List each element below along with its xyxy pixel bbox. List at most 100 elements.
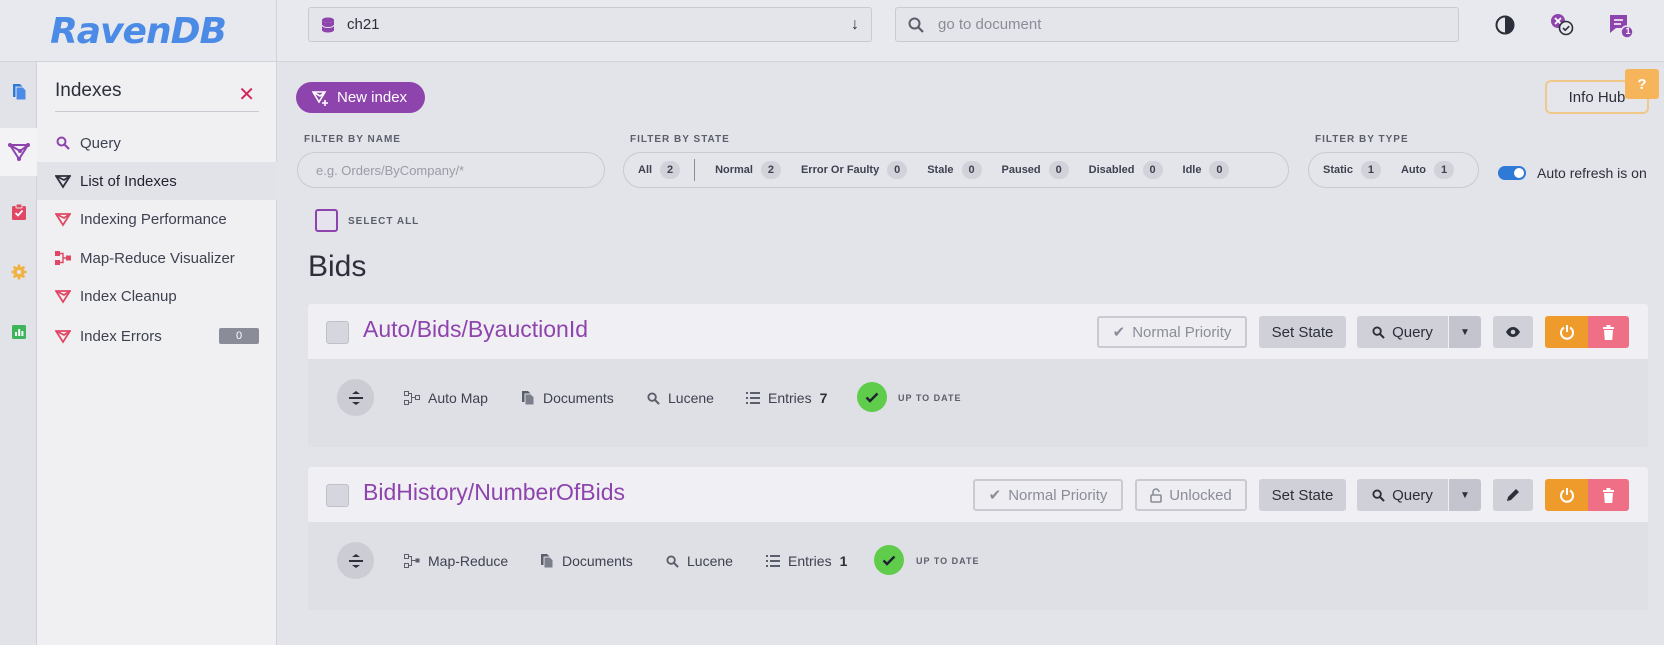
- state-count: 0: [961, 161, 982, 179]
- filter-by-name-input[interactable]: [297, 152, 605, 188]
- cluster-status-icon[interactable]: [1549, 12, 1575, 38]
- rail-settings[interactable]: [0, 248, 37, 296]
- index-errors-count-badge: 0: [219, 328, 259, 344]
- state-filter-stale[interactable]: Stale 0: [927, 161, 982, 179]
- search-icon: [1372, 325, 1385, 339]
- info-hub-question-icon[interactable]: ?: [1625, 69, 1659, 99]
- query-dropdown-button[interactable]: ▼: [1449, 316, 1481, 348]
- eye-icon: [1506, 327, 1520, 337]
- lock-mode-label: Unlocked: [1169, 486, 1232, 504]
- close-icon[interactable]: ✕: [238, 82, 255, 107]
- index-card-body: Auto Map Documents Lucene Entries 7 UP T…: [308, 359, 1648, 447]
- delete-index-button[interactable]: [1588, 316, 1629, 348]
- power-icon: [1559, 488, 1574, 503]
- index-name-link[interactable]: Auto/Bids/ByauctionId: [363, 316, 588, 343]
- tasks-icon: [11, 203, 26, 220]
- trash-icon: [1603, 487, 1614, 503]
- disable-index-button[interactable]: [1545, 316, 1588, 348]
- logo-area[interactable]: RavenDB: [0, 0, 277, 62]
- documents-icon: [12, 84, 26, 101]
- side-menu-header: Indexes ✕: [55, 80, 259, 112]
- list-icon: [766, 555, 780, 567]
- view-index-button[interactable]: [1493, 316, 1533, 348]
- menu-item-indexing-performance[interactable]: Indexing Performance: [37, 200, 277, 238]
- go-to-document-input[interactable]: [938, 16, 1446, 33]
- filter-by-name-label: FILTER BY NAME: [304, 134, 401, 145]
- index-card-header: Auto/Bids/ByauctionId ✔ Normal Priority …: [308, 304, 1648, 359]
- rail-stats[interactable]: [0, 308, 37, 356]
- map-icon: [404, 391, 420, 405]
- set-state-button[interactable]: Set State: [1259, 479, 1346, 511]
- index-engine-label: Lucene: [687, 553, 733, 569]
- theme-toggle-icon[interactable]: [1492, 12, 1518, 38]
- index-select-checkbox[interactable]: [326, 321, 349, 344]
- go-to-document[interactable]: [895, 7, 1459, 42]
- state-filter-normal[interactable]: Normal 2: [715, 161, 781, 179]
- expand-details-button[interactable]: [337, 379, 374, 416]
- index-name-link[interactable]: BidHistory/NumberOfBids: [363, 479, 625, 506]
- state-label: Paused: [1001, 164, 1041, 176]
- rail-documents[interactable]: [0, 68, 37, 116]
- index-source-label: Documents: [562, 553, 633, 569]
- priority-button[interactable]: ✔ Normal Priority: [973, 479, 1123, 511]
- select-all-checkbox[interactable]: [315, 209, 338, 232]
- rail-indexes[interactable]: [0, 128, 38, 176]
- menu-item-label: Index Cleanup: [80, 287, 177, 305]
- index-cleanup-icon: [55, 288, 71, 304]
- filter-by-state-label: FILTER BY STATE: [630, 134, 730, 145]
- index-card-body: Map-Reduce Documents Lucene Entries 1 UP…: [308, 522, 1648, 610]
- menu-item-label: Map-Reduce Visualizer: [80, 249, 235, 267]
- side-menu-title: Indexes: [55, 80, 122, 101]
- menu-item-list-of-indexes[interactable]: List of Indexes: [37, 162, 277, 200]
- priority-button[interactable]: ✔ Normal Priority: [1097, 316, 1247, 348]
- state-filter-all[interactable]: All 2: [638, 161, 681, 179]
- state-filter-paused[interactable]: Paused 0: [1002, 161, 1069, 179]
- expand-details-button[interactable]: [337, 542, 374, 579]
- caret-down-icon: ▼: [1460, 326, 1470, 338]
- state-label: Normal: [715, 164, 753, 176]
- state-count: 0: [1209, 161, 1230, 179]
- notifications-count: 1: [1625, 26, 1631, 36]
- state-filter-idle[interactable]: Idle 0: [1183, 161, 1230, 179]
- state-label: Idle: [1182, 164, 1202, 176]
- indexes-icon: [8, 143, 30, 161]
- expand-icon: [348, 553, 363, 568]
- index-select-checkbox[interactable]: [326, 484, 349, 507]
- auto-refresh-toggle[interactable]: [1498, 166, 1526, 180]
- type-count: 1: [1434, 161, 1455, 179]
- disable-index-button[interactable]: [1545, 479, 1588, 511]
- database-selector[interactable]: ch21 ↓: [308, 7, 872, 42]
- menu-item-query[interactable]: Query: [37, 124, 277, 162]
- index-source: Documents: [521, 390, 614, 406]
- entries-count: 7: [819, 390, 828, 406]
- query-button[interactable]: Query: [1357, 479, 1448, 511]
- edit-index-button[interactable]: [1493, 479, 1533, 511]
- lock-mode-button[interactable]: Unlocked: [1135, 479, 1247, 511]
- type-filter-auto[interactable]: Auto 1: [1401, 161, 1455, 179]
- menu-item-index-errors[interactable]: Index Errors 0: [37, 317, 277, 355]
- query-dropdown-button[interactable]: ▼: [1449, 479, 1481, 511]
- menu-item-label: Indexing Performance: [80, 210, 227, 228]
- state-filter-disabled[interactable]: Disabled 0: [1089, 161, 1163, 179]
- state-count: 0: [887, 161, 908, 179]
- state-filter-error-or-faulty[interactable]: Error Or Faulty 0: [801, 161, 908, 179]
- ravendb-logo[interactable]: RavenDB: [50, 11, 227, 52]
- top-bar: RavenDB ch21 ↓ go to document 1: [0, 0, 1664, 62]
- index-card-header: BidHistory/NumberOfBids ✔ Normal Priorit…: [308, 467, 1648, 522]
- menu-item-map-reduce-visualizer[interactable]: Map-Reduce Visualizer: [37, 239, 277, 277]
- trash-icon: [1603, 324, 1614, 340]
- menu-item-index-cleanup[interactable]: Index Cleanup: [37, 277, 277, 315]
- index-errors-icon: [55, 328, 71, 344]
- auto-refresh-label: Auto refresh is on: [1537, 165, 1647, 181]
- index-type-label: Map-Reduce: [428, 553, 509, 569]
- state-label: Stale: [927, 164, 954, 176]
- state-count: 2: [660, 161, 681, 179]
- query-button[interactable]: Query: [1357, 316, 1448, 348]
- rail-tasks[interactable]: [0, 188, 37, 236]
- delete-index-button[interactable]: [1588, 479, 1629, 511]
- type-filter-static[interactable]: Static 1: [1323, 161, 1381, 179]
- new-index-button[interactable]: New index: [296, 82, 426, 113]
- set-state-button[interactable]: Set State: [1259, 316, 1346, 348]
- notifications-icon[interactable]: 1: [1607, 12, 1633, 38]
- new-index-icon: [312, 90, 328, 106]
